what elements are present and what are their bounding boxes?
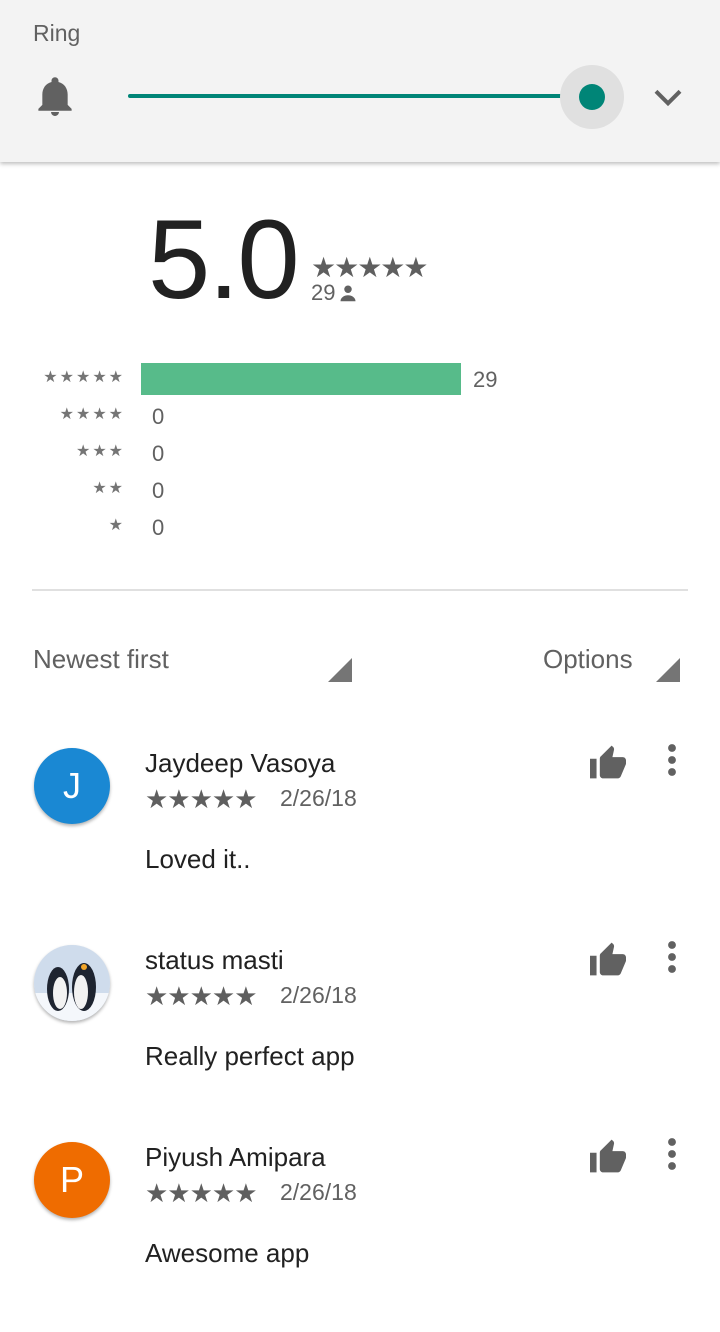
review-stars: ★★★★★ (145, 784, 258, 814)
histogram-stars: ★★★★★ (43, 369, 125, 386)
avatar[interactable]: P (34, 1142, 110, 1218)
histogram-count: 29 (473, 367, 498, 392)
histogram-count: 0 (152, 441, 165, 466)
divider (32, 589, 688, 591)
review-stars: ★★★★★ (145, 1178, 258, 1208)
review-stars: ★★★★★ (145, 981, 258, 1011)
histogram-row-5: ★★★★★ 29 (0, 363, 720, 397)
bell-icon[interactable] (36, 76, 74, 118)
sort-dropdown[interactable]: Newest first (33, 644, 169, 675)
average-stars: ★★★★★ (311, 252, 429, 283)
histogram-stars: ★★★★ (59, 406, 125, 423)
review-date: 2/26/18 (280, 1179, 357, 1205)
volume-stream-label: Ring (33, 20, 81, 46)
avatar[interactable]: J (34, 748, 110, 824)
reviewer-name: status masti (145, 945, 284, 975)
thumbs-up-icon[interactable] (588, 1138, 628, 1174)
histogram-row-4: ★★★★ 0 (0, 400, 720, 434)
reviewer-name: Piyush Amipara (145, 1142, 326, 1172)
average-rating: 5.0 (148, 197, 300, 322)
sort-dropdown-arrow-icon[interactable] (328, 658, 352, 682)
histogram-count: 0 (152, 478, 165, 503)
volume-slider-track[interactable] (128, 94, 592, 98)
histogram-row-2: ★★ 0 (0, 474, 720, 508)
histogram-bar (141, 363, 461, 395)
histogram-count: 0 (152, 515, 165, 540)
review-date: 2/26/18 (280, 982, 357, 1008)
histogram-count: 0 (152, 404, 165, 429)
options-dropdown-arrow-icon[interactable] (656, 658, 680, 682)
penguin-avatar-image (34, 945, 110, 1021)
rating-count: 29 (311, 280, 357, 306)
review-text: Awesome app (145, 1238, 310, 1268)
volume-slider-thumb[interactable] (579, 84, 605, 110)
histogram-stars: ★★ (92, 480, 125, 497)
avatar[interactable] (34, 945, 110, 1021)
histogram-stars: ★★★ (75, 443, 125, 460)
review-text: Really perfect app (145, 1041, 355, 1071)
review-item: P Piyush Amipara ★★★★★ 2/26/18 Awesome a… (0, 1138, 720, 1332)
chevron-down-icon[interactable] (652, 84, 684, 112)
person-icon (340, 285, 356, 302)
reviewer-name: Jaydeep Vasoya (145, 748, 336, 778)
options-dropdown[interactable]: Options (543, 644, 633, 675)
volume-panel: Ring (0, 0, 720, 162)
rating-count-value: 29 (311, 280, 336, 305)
thumbs-up-icon[interactable] (588, 744, 628, 780)
histogram-stars: ★ (108, 517, 125, 534)
more-vert-icon[interactable] (660, 939, 684, 975)
review-item: J Jaydeep Vasoya ★★★★★ 2/26/18 Loved it.… (0, 744, 720, 938)
review-item: status masti ★★★★★ 2/26/18 Really perfec… (0, 941, 720, 1135)
histogram-row-1: ★ 0 (0, 511, 720, 545)
review-date: 2/26/18 (280, 785, 357, 811)
review-text: Loved it.. (145, 844, 251, 874)
more-vert-icon[interactable] (660, 742, 684, 778)
histogram-row-3: ★★★ 0 (0, 437, 720, 471)
thumbs-up-icon[interactable] (588, 941, 628, 977)
more-vert-icon[interactable] (660, 1136, 684, 1172)
